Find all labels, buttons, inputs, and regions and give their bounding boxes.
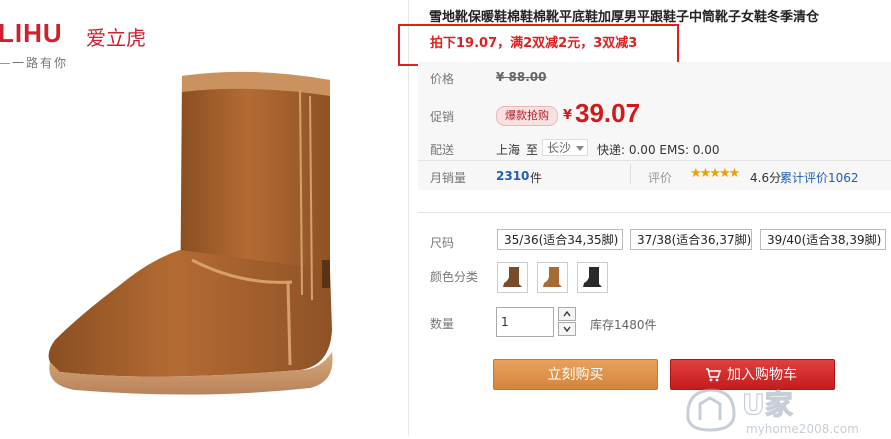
boot-thumb-icon: [543, 267, 562, 287]
product-image[interactable]: [0, 70, 400, 436]
rating-stars-icon: ★★★★★: [690, 166, 740, 181]
promo-text: 拍下19.07，满2双减2元，3双减3: [430, 36, 638, 51]
quantity-increase-button[interactable]: [558, 307, 576, 321]
site-watermark: U家 myhome2008.com: [680, 378, 890, 436]
review-label: 评价: [648, 171, 673, 185]
product-title: 雪地靴保暖鞋棉鞋棉靴平底鞋加厚男平跟鞋子中筒靴子女鞋冬季清仓: [429, 10, 820, 25]
divider: [630, 164, 631, 184]
boot-image: [48, 71, 333, 395]
color-swatch[interactable]: [537, 262, 568, 293]
size-label: 尺码: [430, 236, 455, 250]
color-swatch[interactable]: [577, 262, 608, 293]
shipping-cost: 快递: 0.00 EMS: 0.00: [597, 143, 720, 157]
shipping-label: 配送: [430, 143, 455, 157]
color-label: 颜色分类: [430, 270, 479, 284]
stock-count: 库存1480件: [590, 318, 657, 332]
sales-label: 月销量: [430, 171, 467, 185]
chevron-up-icon: [563, 311, 571, 317]
divider: [418, 212, 891, 213]
logo-cn: 爱立虎: [86, 26, 146, 50]
quantity-decrease-button[interactable]: [558, 322, 576, 336]
ship-to-text: 至: [526, 143, 539, 157]
watermark-logo: U家 myhome2008.com: [686, 387, 859, 436]
size-option[interactable]: 35/36(适合34,35脚): [497, 229, 623, 250]
destination-city-select[interactable]: 长沙: [542, 139, 588, 156]
promotion-label: 促销: [430, 110, 455, 124]
quantity-input[interactable]: 1: [496, 307, 554, 337]
watermark-text: U家: [742, 388, 793, 421]
boot-thumb-icon: [503, 267, 522, 287]
quantity-label: 数量: [430, 317, 455, 331]
boot-thumb-icon: [583, 267, 602, 287]
hot-sale-badge: 爆款抢购: [496, 106, 558, 126]
brand-logo[interactable]: LIHU 爱立虎 一路有你: [0, 18, 160, 70]
divider: [418, 160, 891, 161]
chevron-down-icon: [576, 146, 584, 151]
sales-unit: 件: [530, 171, 543, 185]
price-label: 价格: [430, 72, 455, 86]
sale-price: 39.07: [575, 98, 641, 128]
logo-mark: LIHU: [0, 18, 63, 48]
size-option[interactable]: 39/40(适合38,39脚): [760, 229, 886, 250]
ship-from: 上海: [496, 143, 521, 157]
buy-now-button[interactable]: 立刻购买: [493, 359, 658, 390]
color-swatch[interactable]: [497, 262, 528, 293]
size-option[interactable]: 37/38(适合36,37脚): [630, 229, 752, 250]
chevron-down-icon: [563, 326, 571, 332]
monthly-sales-count: 2310: [496, 169, 530, 183]
rating-score: 4.6分: [750, 171, 782, 185]
watermark-url: myhome2008.com: [746, 422, 859, 436]
total-reviews-link[interactable]: 累计评价1062: [780, 169, 859, 186]
currency-symbol: ¥: [563, 108, 573, 123]
brand-slogan: 一路有你: [0, 54, 68, 71]
original-price: ¥ 88.00: [496, 70, 547, 84]
city-value: 长沙: [547, 141, 572, 155]
